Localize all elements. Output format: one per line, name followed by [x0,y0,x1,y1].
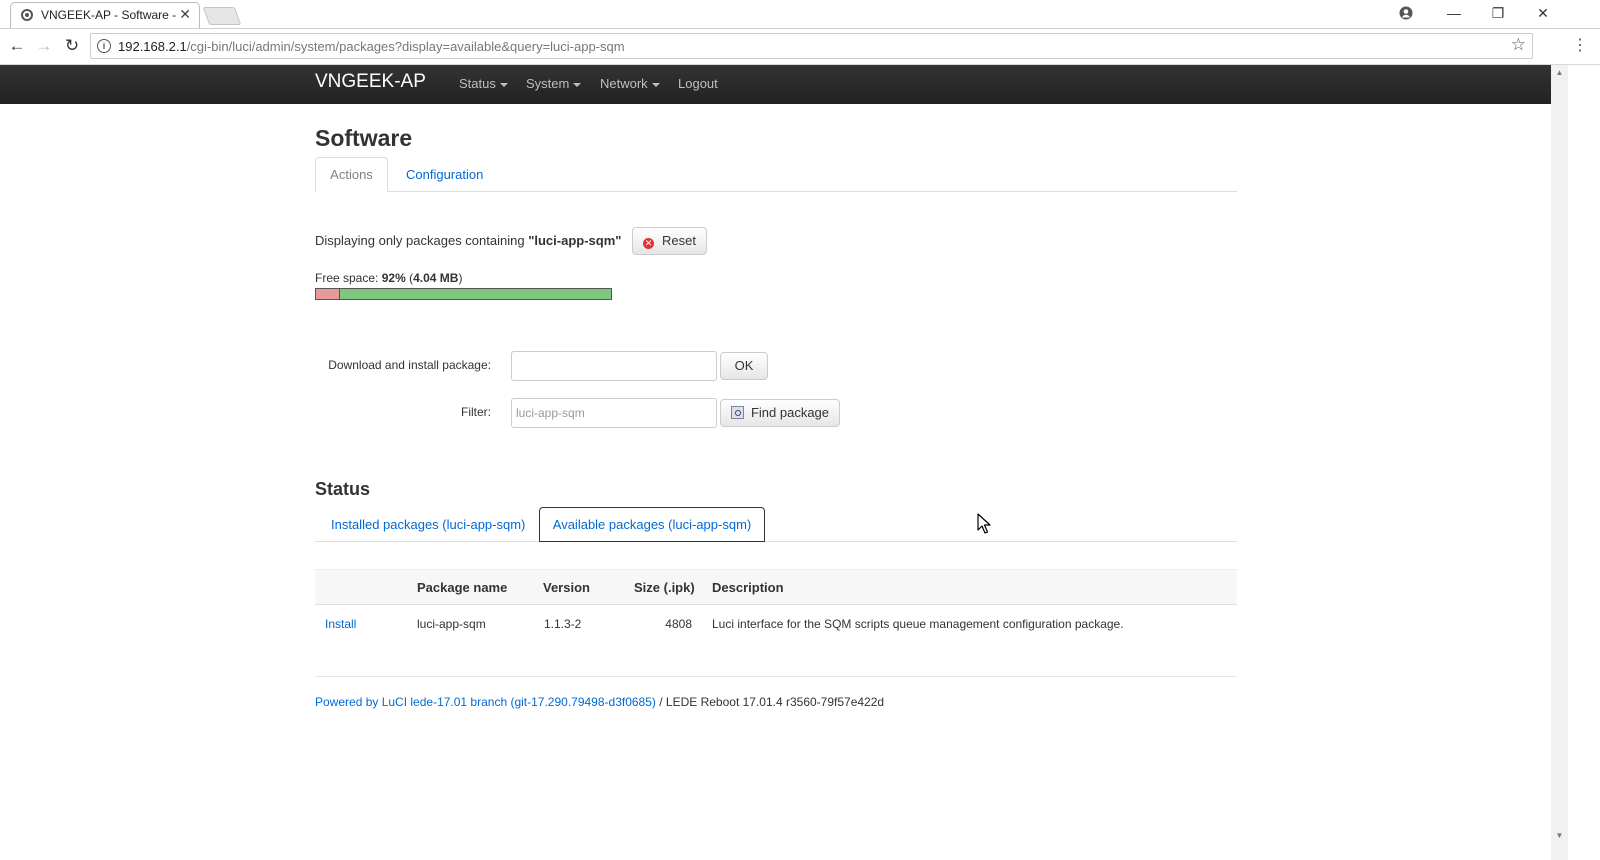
address-url[interactable]: 192.168.2.1/cgi-bin/luci/admin/system/pa… [118,39,625,54]
free-space-bar-fill [339,289,611,299]
bookmark-star-icon[interactable]: ☆ [1511,35,1526,55]
reset-x-icon: ✕ [643,238,655,249]
tab-actions[interactable]: Actions [315,157,388,192]
nav-logout[interactable]: Logout [678,76,718,91]
mouse-cursor-icon [977,513,991,534]
nav-system-label: System [526,76,570,91]
col-description: Description [712,580,784,595]
caret-down-icon [499,82,508,87]
ok-button[interactable]: OK [720,352,768,380]
free-space-percent: 92% [381,271,406,285]
filter-note: Displaying only packages containing "luc… [315,233,621,248]
find-icon [730,406,744,419]
url-path: /cgi-bin/luci/admin/system/packages?disp… [186,39,625,54]
site-info-icon[interactable]: i [97,39,111,53]
cell-size: 4808 [665,617,692,631]
free-space-text: Free space: [315,271,379,285]
footer: Powered by LuCI lede-17.01 branch (git-1… [315,695,884,709]
browser-tabstrip: VNGEEK-AP - Software - ✕ — ❐ ✕ [0,0,1600,29]
browser-tab[interactable]: VNGEEK-AP - Software - ✕ [10,2,200,28]
col-version: Version [543,580,590,595]
status-tab-divider [315,541,1237,542]
close-tab-icon[interactable]: ✕ [179,6,191,23]
browser-toolbar: ← → ↻ i 192.168.2.1/cgi-bin/luci/admin/s… [0,29,1600,65]
free-space-label: Free space: 92% (4.04 MB) [315,271,463,285]
brand-link[interactable]: VNGEEK-AP [315,71,426,93]
download-package-input[interactable] [511,351,717,381]
url-host: 192.168.2.1 [118,39,187,54]
luci-navbar: VNGEEK-AP Status System Network Logout [0,65,1551,104]
free-space-size: 4.04 MB [413,271,459,285]
nav-system[interactable]: System [526,76,582,91]
filter-note-query: "luci-app-sqm" [528,233,622,248]
scroll-down-arrow-icon[interactable]: ▼ [1551,831,1568,840]
tab-available-packages[interactable]: Available packages (luci-app-sqm) [539,507,765,542]
back-icon[interactable]: ← [6,35,28,57]
page-title: Software [315,125,413,151]
filter-input[interactable] [511,398,717,428]
filter-label: Filter: [461,405,491,419]
browser-tab-title: VNGEEK-AP - Software - [41,8,176,22]
caret-down-icon [651,82,660,87]
download-label: Download and install package: [328,358,491,372]
cell-description: Luci interface for the SQM scripts queue… [712,617,1124,631]
col-package-name: Package name [417,580,508,595]
find-package-label: Find package [750,405,830,420]
close-window-icon[interactable]: ✕ [1528,2,1558,24]
reset-button-label: Reset [662,233,696,248]
reload-icon[interactable]: ↻ [61,35,83,57]
footer-divider [315,676,1237,677]
nav-status-label: Status [459,76,496,91]
reset-button[interactable]: ✕ Reset [632,227,707,255]
luci-version-link[interactable]: Powered by LuCI lede-17.01 branch (git-1… [315,695,656,709]
col-size: Size (.ipk) [634,580,695,595]
cell-version: 1.1.3-2 [544,617,582,631]
nav-status[interactable]: Status [459,76,508,91]
tab-divider [315,191,1237,192]
site-favicon-icon [21,9,33,21]
minimize-icon[interactable]: — [1439,2,1469,24]
find-package-button[interactable]: Find package [720,399,840,427]
nav-network[interactable]: Network [600,76,660,91]
tab-configuration[interactable]: Configuration [406,167,483,182]
scroll-up-arrow-icon[interactable]: ▲ [1551,68,1568,77]
table-header: Package name Version Size (.ipk) Descrip… [315,569,1237,605]
nav-network-label: Network [600,76,648,91]
status-section-title: Status [315,479,371,499]
cell-package-name: luci-app-sqm [417,617,486,631]
profile-icon[interactable] [1391,2,1421,24]
footer-firmware-info: / LEDE Reboot 17.01.4 r3560-79f57e422d [655,695,885,709]
vertical-scrollbar[interactable]: ▲ ▼ [1551,65,1568,860]
free-space-bar [315,288,612,300]
address-bar[interactable]: i 192.168.2.1/cgi-bin/luci/admin/system/… [90,33,1533,59]
tab-installed-packages[interactable]: Installed packages (luci-app-sqm) [331,517,525,532]
filter-note-prefix: Displaying only packages containing [315,233,525,248]
install-link[interactable]: Install [325,617,356,631]
caret-down-icon [573,82,582,87]
new-tab-button[interactable] [202,7,242,25]
browser-menu-icon[interactable]: ⋮ [1572,35,1588,55]
forward-icon[interactable]: → [33,35,55,57]
restore-icon[interactable]: ❐ [1483,2,1513,24]
